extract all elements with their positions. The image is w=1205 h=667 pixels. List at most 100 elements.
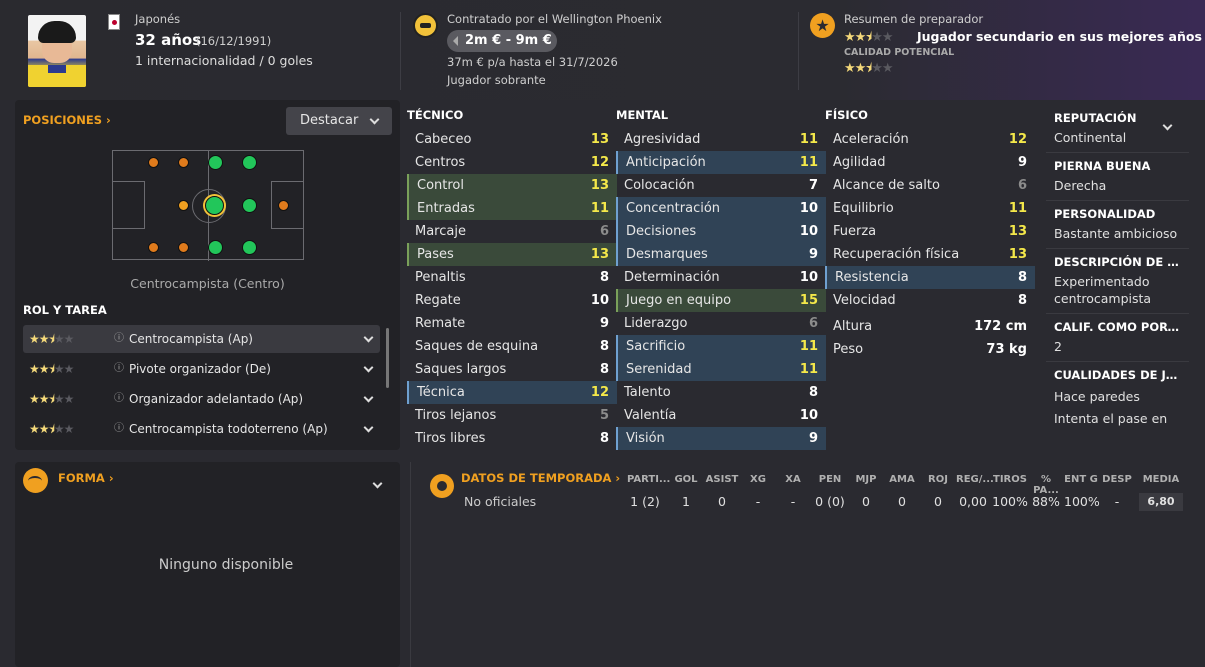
attribute-value: 10 [799,224,818,239]
attribute-row[interactable]: Cabeceo 13 [407,128,617,151]
attribute-row[interactable]: Resistencia 8 [825,266,1035,289]
season-header-cell[interactable]: ROJ [923,474,953,485]
season-header-cell[interactable]: ENT G [1064,474,1098,485]
attribute-row[interactable]: Agilidad 9 [825,151,1035,174]
attribute-row[interactable]: Valentía 10 [616,404,826,427]
attribute-row[interactable]: Desmarques 9 [616,243,826,266]
season-header-cell[interactable]: MEDIA [1139,474,1183,485]
attribute-value: 5 [599,408,609,423]
season-header-cell[interactable]: TIROS [992,474,1028,485]
position-dot[interactable] [148,157,159,168]
position-dot[interactable] [208,155,223,170]
attribute-row[interactable]: Fuerza 13 [825,220,1035,243]
attribute-row[interactable]: Entradas 11 [407,197,617,220]
attribute-row[interactable]: Sacrificio 11 [616,335,826,358]
position-dot[interactable] [242,198,257,213]
attribute-row[interactable]: Liderazgo 6 [616,312,826,335]
season-header-cell[interactable]: REG/... [956,474,994,485]
season-header-cell[interactable]: DESP [1102,474,1132,485]
attribute-row[interactable]: Saques largos 8 [407,358,617,381]
season-header-cell[interactable]: % PA... [1029,474,1063,496]
attribute-row[interactable]: Agresividad 11 [616,128,826,151]
attribute-row[interactable]: Equilibrio 11 [825,197,1035,220]
selected-position-dot[interactable] [205,196,224,215]
season-header-cell[interactable]: XG [743,474,773,485]
role-row[interactable]: ★★⯨★★ ⓘ Organizador adelantado (Ap) [23,385,380,413]
attribute-value: 9 [808,431,818,446]
season-header-cell[interactable]: PARTI... [627,474,670,485]
season-title[interactable]: DATOS DE TEMPORADA › [461,471,620,485]
roles-scrollbar[interactable] [386,328,389,388]
attribute-value: 9 [1017,155,1027,170]
attribute-row[interactable]: Alcance de salto 6 [825,174,1035,197]
position-dot[interactable] [178,157,189,168]
attribute-name: Pases [417,247,454,262]
attribute-row[interactable]: Visión 9 [616,427,826,450]
attribute-value: 9 [808,247,818,262]
attribute-name: Equilibrio [833,201,894,216]
role-row[interactable]: ★★⯨★★ ⓘ Centrocampista (Ap) [23,325,380,353]
position-dot[interactable] [242,240,257,255]
attribute-row[interactable]: Centros 12 [407,151,617,174]
attribute-value: 12 [1008,132,1027,147]
attribute-row[interactable]: Regate 10 [407,289,617,312]
attribute-value: 8 [1017,270,1027,285]
attribute-value: 13 [1008,224,1027,239]
attribute-name: Regate [415,293,461,308]
season-value-cell: 0 [862,494,870,509]
attribute-row[interactable]: Determinación 10 [616,266,826,289]
attribute-row[interactable]: Técnica 12 [407,381,617,404]
role-row[interactable]: ★★⯨★★ ⓘ Centrocampista todoterreno (Ap) [23,415,380,443]
attribute-row[interactable]: Talento 8 [616,381,826,404]
info-icon[interactable]: ⓘ [114,415,124,443]
attribute-row[interactable]: Velocidad 8 [825,289,1035,312]
season-header-cell[interactable]: PEN [812,474,848,485]
attribute-value: 11 [799,362,818,377]
attribute-row[interactable]: Control 13 [407,174,617,197]
form-title[interactable]: FORMA › [58,471,114,485]
attribute-row[interactable]: Recuperación física 13 [825,243,1035,266]
position-pitch[interactable] [112,150,304,261]
position-dot[interactable] [178,200,189,211]
transfer-value[interactable]: 2m € - 9m € [447,30,557,52]
position-dot[interactable] [148,242,159,253]
contract-title[interactable]: Contratado por el Wellington Phoenix [447,12,662,26]
attribute-row[interactable]: Aceleración 12 [825,128,1035,151]
attribute-name: Colocación [624,178,695,193]
attribute-row[interactable]: Colocación 7 [616,174,826,197]
international-caps[interactable]: 1 internacionalidad / 0 goles [135,53,313,68]
attribute-row[interactable]: Saques de esquina 8 [407,335,617,358]
coach-report-title[interactable]: Resumen de preparador [844,12,983,26]
attribute-row[interactable]: Pases 13 [407,243,617,266]
season-header-cell[interactable]: AMA [887,474,917,485]
attribute-row[interactable]: Remate 9 [407,312,617,335]
position-dot[interactable] [242,155,257,170]
position-dot[interactable] [278,200,289,211]
attribute-row[interactable]: Juego en equipo 15 [616,289,826,312]
season-header-cell[interactable]: MJP [851,474,881,485]
positions-title[interactable]: POSICIONES › [23,113,111,127]
season-header-cell[interactable]: ASIST [704,474,740,485]
info-icon[interactable]: ⓘ [114,355,124,383]
attribute-row[interactable]: Tiros lejanos 5 [407,404,617,427]
attribute-row[interactable]: Serenidad 11 [616,358,826,381]
season-header-cell[interactable]: GOL [671,474,701,485]
season-header-cell[interactable]: XA [778,474,808,485]
attribute-row[interactable]: Concentración 10 [616,197,826,220]
role-row[interactable]: ★★⯨★★ ⓘ Pivote organizador (De) [23,355,380,383]
info-icon[interactable]: ⓘ [114,385,124,413]
attribute-row[interactable]: Penaltis 8 [407,266,617,289]
position-dot[interactable] [178,242,189,253]
position-dot[interactable] [208,240,223,255]
attribute-name: Juego en equipo [626,293,732,308]
attribute-name: Decisiones [626,224,697,239]
highlight-dropdown[interactable]: Destacar [286,107,392,135]
attribute-row[interactable]: Anticipación 11 [616,151,826,174]
bottom-divider [410,462,411,667]
weight-row: Peso 73 kg [833,342,1027,357]
attribute-row[interactable]: Tiros libres 8 [407,427,617,450]
attribute-row[interactable]: Marcaje 6 [407,220,617,243]
info-icon[interactable]: ⓘ [114,325,124,353]
attribute-row[interactable]: Decisiones 10 [616,220,826,243]
club-badge-icon[interactable] [413,13,438,38]
